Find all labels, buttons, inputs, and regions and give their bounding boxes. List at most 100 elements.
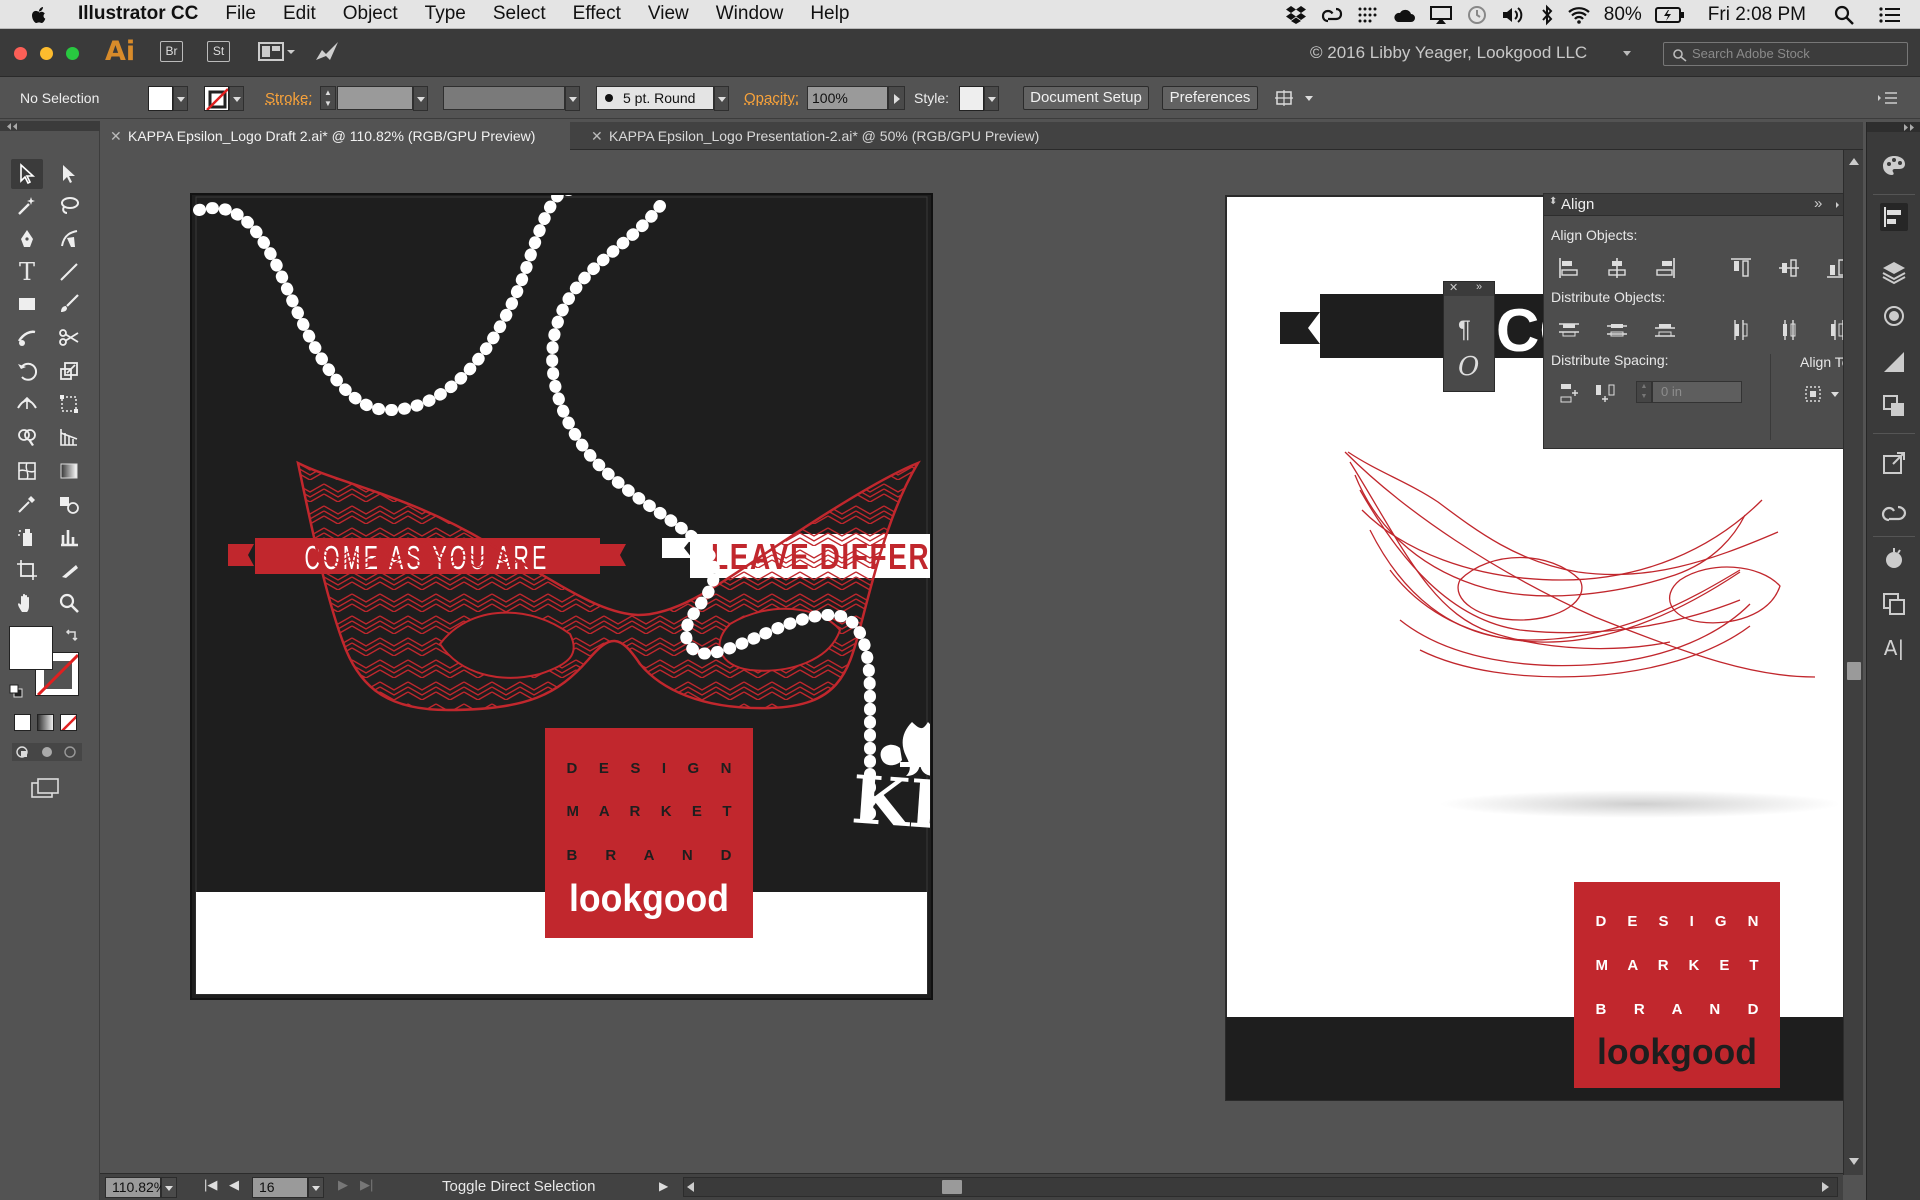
volume-icon[interactable] <box>1501 5 1527 25</box>
spotlight-icon[interactable] <box>1833 4 1855 26</box>
arrange-documents-icon[interactable] <box>258 41 296 63</box>
default-fill-stroke-icon[interactable] <box>8 683 24 699</box>
paintbrush-tool-icon[interactable] <box>53 289 85 319</box>
pen-tool-icon[interactable] <box>11 224 43 254</box>
color-mode-button[interactable] <box>14 714 31 731</box>
line-segment-tool-icon[interactable] <box>53 257 85 287</box>
stroke-swatch[interactable] <box>204 86 229 111</box>
document-setup-button[interactable]: Document Setup <box>1023 86 1149 110</box>
close-icon[interactable]: ✕ <box>110 122 122 150</box>
fill-swatch[interactable] <box>148 86 173 111</box>
width-tool-icon[interactable] <box>11 389 43 419</box>
vertical-align-center-icon[interactable] <box>1777 256 1801 280</box>
align-panel-title[interactable]: Align <box>1561 196 1594 213</box>
vertical-scrollbar[interactable] <box>1843 150 1863 1175</box>
spacing-stepper[interactable]: ▲ ▼ <box>1636 381 1652 403</box>
graphic-style-dropdown[interactable] <box>984 86 999 111</box>
scroll-left-arrow[interactable] <box>687 1182 694 1192</box>
opacity-label[interactable]: Opacity: <box>744 90 799 107</box>
wifi-icon[interactable] <box>1567 5 1591 25</box>
magic-wand-tool-icon[interactable] <box>11 191 43 221</box>
screen-mode-icon[interactable] <box>30 777 60 799</box>
align-panel-header[interactable]: ⬍ Align » <box>1544 194 1862 216</box>
menu-app-name[interactable]: Illustrator CC <box>78 3 198 25</box>
spacing-value-field[interactable]: 0 in <box>1652 381 1742 403</box>
rotate-tool-icon[interactable] <box>11 356 43 386</box>
vertical-distribute-top-icon[interactable] <box>1557 318 1581 342</box>
horizontal-distribute-left-icon[interactable] <box>1729 318 1753 342</box>
brush-definition-field[interactable]: 5 pt. Round <box>596 86 714 110</box>
creative-cloud-icon[interactable] <box>1320 6 1344 24</box>
panel-grip[interactable] <box>0 121 100 131</box>
stroke-weight-stepper[interactable]: ▲ ▼ <box>320 86 336 110</box>
symbols-panel-icon[interactable] <box>1880 545 1908 573</box>
menu-object[interactable]: Object <box>343 3 398 25</box>
menu-file[interactable]: File <box>225 3 256 25</box>
eyedropper-tool-icon[interactable] <box>11 489 43 519</box>
first-artboard-icon[interactable]: |◀ <box>204 1177 217 1193</box>
zoom-window-button[interactable] <box>66 47 79 60</box>
minimize-window-button[interactable] <box>40 47 53 60</box>
mesh-tool-icon[interactable] <box>11 456 43 486</box>
zoom-tool-icon[interactable] <box>53 588 85 618</box>
cloud-icon[interactable] <box>1392 6 1416 24</box>
align-panel-icon[interactable] <box>1880 203 1908 231</box>
menu-edit[interactable]: Edit <box>283 3 316 25</box>
lasso-tool-icon[interactable] <box>53 191 85 221</box>
color-panel-icon[interactable] <box>1880 152 1908 180</box>
clock[interactable]: Fri 2:08 PM <box>1708 4 1806 26</box>
graphic-style-swatch[interactable] <box>959 86 984 111</box>
variable-width-profile[interactable] <box>443 86 565 110</box>
bridge-button[interactable]: Br <box>160 41 183 62</box>
drawing-modes-icon[interactable] <box>12 743 82 761</box>
direct-selection-tool-icon[interactable] <box>53 159 85 189</box>
shape-builder-tool-icon[interactable] <box>11 422 43 452</box>
artboard-tool-icon[interactable] <box>11 555 43 585</box>
bluetooth-icon[interactable] <box>1540 4 1554 26</box>
menu-help[interactable]: Help <box>810 3 849 25</box>
transform-again-icon[interactable] <box>1275 88 1317 108</box>
stock-button[interactable]: St <box>207 41 230 62</box>
time-machine-icon[interactable] <box>1466 4 1488 26</box>
opacity-field[interactable]: 100% <box>807 86 888 110</box>
vertical-distribute-space-icon[interactable] <box>1557 381 1581 405</box>
opacity-slider-arrow[interactable] <box>888 86 905 110</box>
adobe-stock-search-input[interactable]: Search Adobe Stock <box>1663 42 1908 66</box>
gradient-tool-icon[interactable] <box>53 456 85 486</box>
free-transform-tool-icon[interactable] <box>53 389 85 419</box>
menu-type[interactable]: Type <box>425 3 466 25</box>
layers-panel-icon[interactable] <box>1880 258 1908 286</box>
panel-menu-icon[interactable] <box>1878 92 1898 104</box>
mini-panel-header[interactable]: ✕ » <box>1444 281 1494 296</box>
last-artboard-icon[interactable]: ▶| <box>360 1177 373 1193</box>
artboard-number-field[interactable]: 16 <box>252 1177 308 1198</box>
symbol-sprayer-tool-icon[interactable] <box>11 522 43 552</box>
rectangle-tool-icon[interactable] <box>11 289 43 319</box>
collapse-arrows-icon[interactable] <box>6 123 18 130</box>
export-panel-icon[interactable] <box>1880 449 1908 477</box>
tab-logo-draft-2[interactable]: ✕ KAPPA Epsilon_Logo Draft 2.ai* @ 110.8… <box>100 122 570 150</box>
perspective-grid-tool-icon[interactable] <box>53 422 85 452</box>
scroll-up-arrow[interactable] <box>1849 158 1859 165</box>
status-text[interactable]: Toggle Direct Selection <box>442 1178 595 1195</box>
stroke-weight-dropdown[interactable] <box>413 86 428 111</box>
grid-dots-icon[interactable] <box>1357 5 1379 25</box>
paragraph-panel-icon[interactable]: ¶ <box>1458 316 1471 344</box>
scroll-right-arrow[interactable] <box>1822 1182 1829 1192</box>
opentype-panel-icon[interactable]: O <box>1458 352 1479 382</box>
next-artboard-icon[interactable]: ▶ <box>338 1177 348 1193</box>
vertical-scroll-thumb[interactable] <box>1847 662 1861 680</box>
scroll-down-arrow[interactable] <box>1849 1158 1859 1165</box>
vertical-align-top-icon[interactable] <box>1729 256 1753 280</box>
none-mode-button[interactable] <box>60 714 77 731</box>
previous-artboard-icon[interactable]: ◀ <box>229 1177 239 1193</box>
zoom-dropdown[interactable] <box>161 1177 177 1198</box>
fill-dropdown[interactable] <box>173 86 188 111</box>
collapse-panel-icon[interactable]: » <box>1814 195 1822 212</box>
close-icon[interactable]: ✕ <box>591 122 603 150</box>
battery-icon[interactable] <box>1654 6 1685 24</box>
chevron-down-icon[interactable] <box>1622 50 1632 58</box>
close-window-button[interactable] <box>14 47 27 60</box>
blend-tool-icon[interactable] <box>53 489 85 519</box>
expand-icon[interactable]: » <box>1476 281 1482 293</box>
